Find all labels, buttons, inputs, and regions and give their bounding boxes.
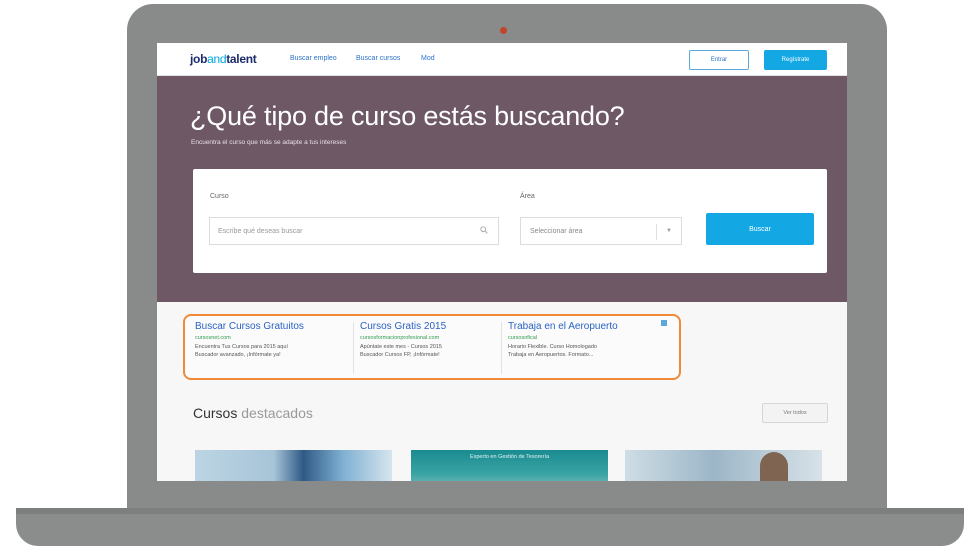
- ad-desc-line2: Trabaja en Aeropuertos. Formato...: [508, 351, 594, 358]
- person-photo: [760, 452, 788, 481]
- top-navbar: jobandtalent Buscar empleo Buscar cursos…: [157, 43, 847, 76]
- hero-subtitle: Encuentra el curso que más se adapte a t…: [191, 139, 347, 146]
- ad-item[interactable]: Buscar Cursos Gratuitos cursosnet.com En…: [195, 321, 355, 360]
- search-card: Curso Área Escribe qué deseas buscar Sel…: [193, 169, 827, 273]
- course-thumbnail-caption: Experto en Gestión de Tesorería: [469, 454, 550, 460]
- course-thumbnail[interactable]: [195, 450, 392, 481]
- featured-title-light: destacados: [241, 405, 313, 421]
- hero-section: ¿Qué tipo de curso estás buscando? Encue…: [157, 76, 847, 302]
- see-all-button[interactable]: Ver todos: [762, 403, 828, 423]
- course-thumbnail[interactable]: Experto en Gestión de Tesorería: [411, 450, 608, 481]
- ad-item[interactable]: Cursos Gratis 2015 cursosformacionprofes…: [360, 321, 520, 360]
- ad-desc-line2: Buscador Cursos FP, ¡Infórmate!: [360, 351, 440, 358]
- nav-buscar-empleo[interactable]: Buscar empleo: [290, 55, 337, 62]
- laptop-screen: jobandtalent Buscar empleo Buscar cursos…: [157, 43, 847, 481]
- curso-placeholder: Escribe qué deseas buscar: [218, 228, 303, 235]
- ad-title[interactable]: Cursos Gratis 2015: [360, 321, 520, 332]
- jobandtalent-logo[interactable]: jobandtalent: [190, 52, 257, 66]
- nav-mod[interactable]: Mod: [421, 55, 435, 62]
- area-select[interactable]: Seleccionar área ▼: [520, 217, 682, 245]
- sponsored-ads-box: Buscar Cursos Gratuitos cursosnet.com En…: [183, 314, 681, 380]
- ad-divider: [353, 322, 354, 374]
- logo-job: job: [190, 52, 208, 66]
- ad-title[interactable]: Trabaja en el Aeropuerto: [508, 321, 668, 332]
- logo-and: and: [207, 52, 227, 66]
- register-button[interactable]: Regístrate: [764, 50, 827, 70]
- ad-description: Horario Flexible. Curso Homologado Traba…: [508, 344, 668, 360]
- area-selected-value: Seleccionar área: [530, 228, 583, 235]
- ad-divider: [501, 322, 502, 374]
- select-divider: [656, 224, 657, 240]
- curso-search-input[interactable]: Escribe qué deseas buscar: [209, 217, 499, 245]
- search-button[interactable]: Buscar: [706, 213, 814, 245]
- ad-title[interactable]: Buscar Cursos Gratuitos: [195, 321, 355, 332]
- enter-button[interactable]: Entrar: [689, 50, 749, 70]
- area-label: Área: [520, 193, 535, 200]
- nav-buscar-cursos[interactable]: Buscar cursos: [356, 55, 400, 62]
- hero-title: ¿Qué tipo de curso estás buscando?: [190, 101, 625, 131]
- featured-courses-title: Cursos destacados: [193, 405, 313, 421]
- ad-url[interactable]: cursosofical: [508, 335, 668, 341]
- ad-desc-line1: Encuentra Tus Cursos para 2015 aquí: [195, 344, 288, 350]
- ad-url[interactable]: cursosformacionprofesional.com: [360, 335, 520, 341]
- ad-item[interactable]: Trabaja en el Aeropuerto cursosofical Ho…: [508, 321, 668, 360]
- search-icon: [480, 226, 488, 234]
- ad-description: Encuentra Tus Cursos para 2015 aquí Busc…: [195, 344, 355, 360]
- logo-talent: talent: [226, 52, 257, 66]
- laptop-base-edge: [16, 508, 964, 514]
- featured-title-bold: Cursos: [193, 405, 238, 421]
- adchoices-icon[interactable]: [661, 320, 667, 326]
- curso-label: Curso: [210, 193, 229, 200]
- ad-url[interactable]: cursosnet.com: [195, 335, 355, 341]
- ad-desc-line1: Horario Flexible. Curso Homologado: [508, 344, 597, 350]
- ad-description: Apúntate este mes - Cursos 2015 Buscador…: [360, 344, 520, 360]
- ad-desc-line2: Buscador avanzado, ¡Infórmate ya!: [195, 351, 281, 358]
- chevron-down-icon: ▼: [666, 228, 672, 234]
- camera-icon: [500, 27, 507, 34]
- course-thumbnail[interactable]: [625, 450, 822, 481]
- ad-desc-line1: Apúntate este mes - Cursos 2015: [360, 344, 442, 350]
